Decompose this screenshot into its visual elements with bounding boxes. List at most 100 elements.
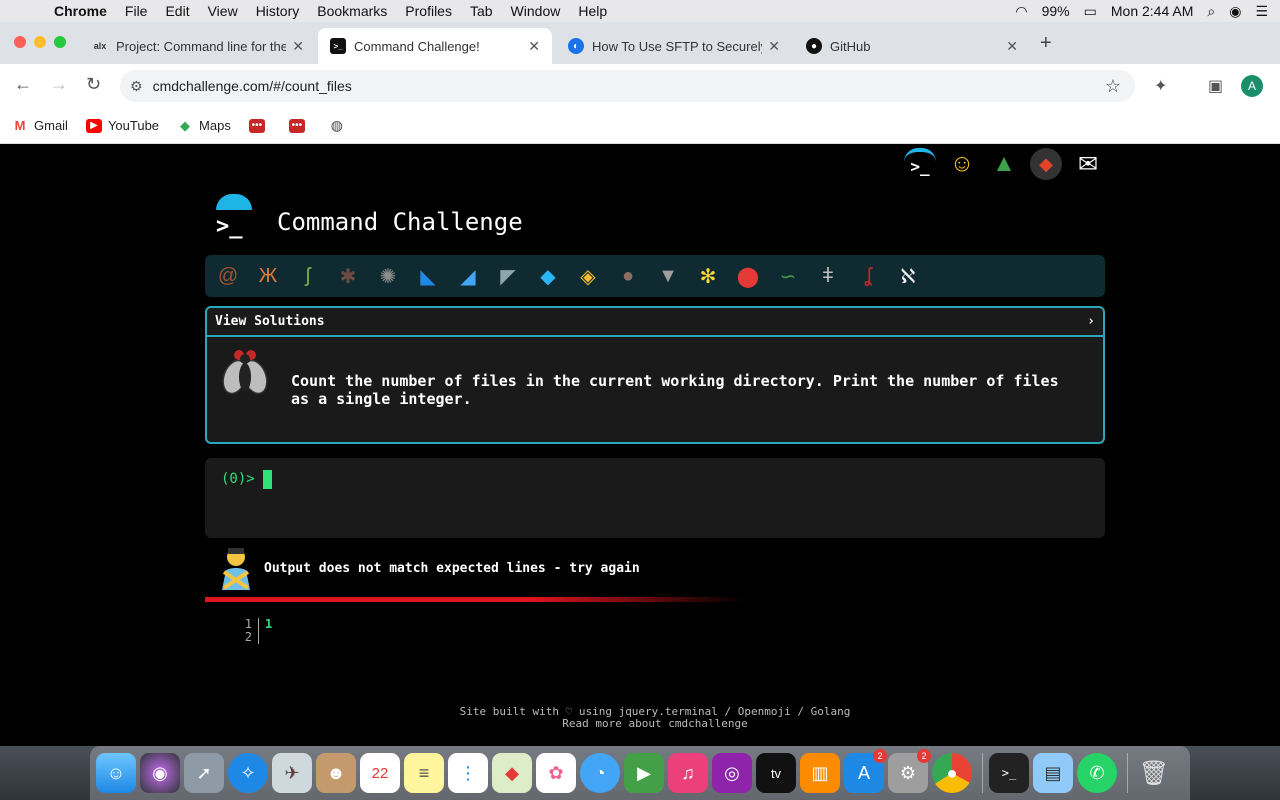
menu-tab[interactable]: Tab [470, 3, 493, 19]
tab-github[interactable]: ● GitHub ✕ [794, 28, 1030, 64]
window-zoom-button[interactable] [54, 36, 66, 48]
facetime-icon[interactable]: ▶ [624, 753, 664, 793]
menu-clock[interactable]: Mon 2:44 AM [1111, 3, 1194, 19]
fish-icon[interactable]: ◆ [531, 259, 565, 293]
siri-app-icon[interactable]: ◉ [140, 753, 180, 793]
wifi-icon[interactable]: ◠ [1015, 3, 1027, 20]
bookmark-globe[interactable]: ◍ [329, 117, 351, 133]
menu-bookmarks[interactable]: Bookmarks [317, 3, 387, 19]
shushing-face-icon[interactable]: ☺ [946, 148, 978, 180]
bookmark-star-icon[interactable]: ☆ [1105, 76, 1121, 97]
menu-profiles[interactable]: Profiles [405, 3, 452, 19]
settings-badge: 2 [917, 749, 931, 763]
profile-avatar[interactable]: A [1241, 75, 1263, 97]
view-solutions-toggle[interactable]: View Solutions › [207, 308, 1103, 337]
microbe-icon[interactable]: ✺ [371, 259, 405, 293]
image-capture-icon[interactable]: ▤ [1033, 753, 1073, 793]
menu-app-name[interactable]: Chrome [54, 3, 107, 19]
mosquito-icon[interactable]: ǂ [811, 259, 845, 293]
menu-edit[interactable]: Edit [165, 3, 189, 19]
bookmark-youtube[interactable]: ▶ YouTube [85, 118, 159, 133]
trash-icon[interactable]: 🗑 [1134, 753, 1174, 793]
menu-window[interactable]: Window [511, 3, 561, 19]
worm-icon[interactable]: ∽ [771, 259, 805, 293]
new-tab-button[interactable]: + [1040, 32, 1052, 55]
launchpad-icon[interactable]: ➚ [184, 753, 224, 793]
whatsapp-icon[interactable]: ✆ [1077, 753, 1117, 793]
address-bar[interactable]: ⚙ cmdchallenge.com/#/count_files ☆ [120, 70, 1135, 102]
tab-sftp-guide[interactable]: ◐ How To Use SFTP to Securely ✕ [556, 28, 792, 64]
person-gesturing-no-icon [222, 548, 250, 590]
terminal-app-icon[interactable]: >_ [989, 753, 1029, 793]
window-minimize-button[interactable] [34, 36, 46, 48]
menu-file[interactable]: File [125, 3, 148, 19]
reload-button[interactable]: ↻ [86, 74, 101, 95]
photos-icon[interactable]: ✿ [536, 753, 576, 793]
bookmark-gmail[interactable]: M Gmail [12, 118, 68, 133]
caterpillar-icon[interactable]: ʃ [291, 259, 325, 293]
tab-close-icon[interactable]: ✕ [528, 38, 540, 55]
bookmark-maps[interactable]: ◆ Maps [177, 118, 231, 134]
whale-icon[interactable]: ◣ [411, 259, 445, 293]
dolphin-icon[interactable]: ◤ [491, 259, 525, 293]
tropical-fish-icon[interactable]: ◈ [571, 259, 605, 293]
notes-icon[interactable]: ≡ [404, 753, 444, 793]
sloth-icon[interactable]: ● [611, 259, 645, 293]
spotlight-search-icon[interactable]: ⌕ [1207, 3, 1215, 20]
messages-icon[interactable]: ◔ [580, 753, 620, 793]
maps-app-icon[interactable]: ◆ [492, 753, 532, 793]
calendar-icon[interactable]: 22 [360, 753, 400, 793]
cmdchallenge-home-icon[interactable]: >_ [904, 148, 936, 180]
tree-icon[interactable]: ▲ [988, 148, 1020, 180]
finder-icon[interactable]: ☺ [96, 753, 136, 793]
scorpion-icon[interactable]: ʆ [851, 259, 885, 293]
ant-icon[interactable]: ✱ [331, 259, 365, 293]
reminders-icon[interactable]: ⋮ [448, 753, 488, 793]
wolf-icon[interactable]: ▼ [651, 259, 685, 293]
address-url[interactable]: cmdchallenge.com/#/count_files [153, 78, 352, 94]
app-store-icon[interactable]: A2 [844, 749, 887, 793]
gitlab-icon[interactable]: ◆ [1030, 148, 1062, 180]
system-settings-icon[interactable]: ⚙ 2 [888, 749, 931, 793]
chrome-icon[interactable]: ● [932, 753, 972, 793]
preview-app-icon[interactable]: ✈ [272, 753, 312, 793]
shark-icon[interactable]: ◢ [451, 259, 485, 293]
control-center-icon[interactable]: ☰ [1255, 3, 1268, 20]
menu-view[interactable]: View [208, 3, 238, 19]
tab-close-icon[interactable]: ✕ [1006, 38, 1018, 55]
extensions-icon[interactable]: ✦ [1154, 76, 1167, 96]
forward-button[interactable]: → [50, 74, 68, 95]
snail-icon[interactable]: @ [211, 259, 245, 293]
contacts-icon[interactable]: ☻ [316, 753, 356, 793]
battery-icon[interactable]: ▭ [1084, 3, 1097, 20]
ladybug-icon[interactable]: ⬤ [731, 259, 765, 293]
youtube-icon: ▶ [85, 118, 102, 133]
back-button[interactable]: ← [14, 74, 32, 95]
site-info-icon[interactable]: ⚙ [130, 78, 143, 95]
bookmark-red-app-2[interactable]: ••• [288, 118, 311, 133]
footer-read-more-link[interactable]: Read more about cmdchallenge [0, 718, 1280, 730]
email-icon[interactable]: ✉ [1072, 148, 1104, 180]
bookmark-red-app-1[interactable]: ••• [248, 118, 271, 133]
tab-close-icon[interactable]: ✕ [292, 38, 304, 55]
safari-icon[interactable]: ✧ [228, 753, 268, 793]
podcasts-icon[interactable]: ◎ [712, 753, 752, 793]
side-panel-icon[interactable]: ▣ [1208, 76, 1223, 96]
window-close-button[interactable] [14, 36, 26, 48]
tab-project-command-line[interactable]: alx Project: Command line for the ✕ [80, 28, 316, 64]
bee-icon[interactable]: ✻ [691, 259, 725, 293]
menu-help[interactable]: Help [578, 3, 607, 19]
alx-favicon-icon: alx [93, 41, 107, 51]
apple-tv-icon[interactable]: tv [756, 753, 796, 793]
tab-close-icon[interactable]: ✕ [768, 38, 780, 55]
fly-icon[interactable]: ℵ [891, 259, 925, 293]
books-icon[interactable]: ▥ [800, 753, 840, 793]
terminal-input[interactable]: (0)> [205, 458, 1105, 538]
music-icon[interactable]: ♫ [668, 753, 708, 793]
terminal-favicon-icon: >_ [330, 38, 346, 54]
menu-history[interactable]: History [256, 3, 300, 19]
siri-icon[interactable]: ◉ [1229, 3, 1241, 20]
tab-command-challenge[interactable]: >_ Command Challenge! ✕ [318, 28, 552, 64]
butterfly-icon[interactable]: Ж [251, 259, 285, 293]
battery-percent[interactable]: 99% [1042, 3, 1070, 19]
